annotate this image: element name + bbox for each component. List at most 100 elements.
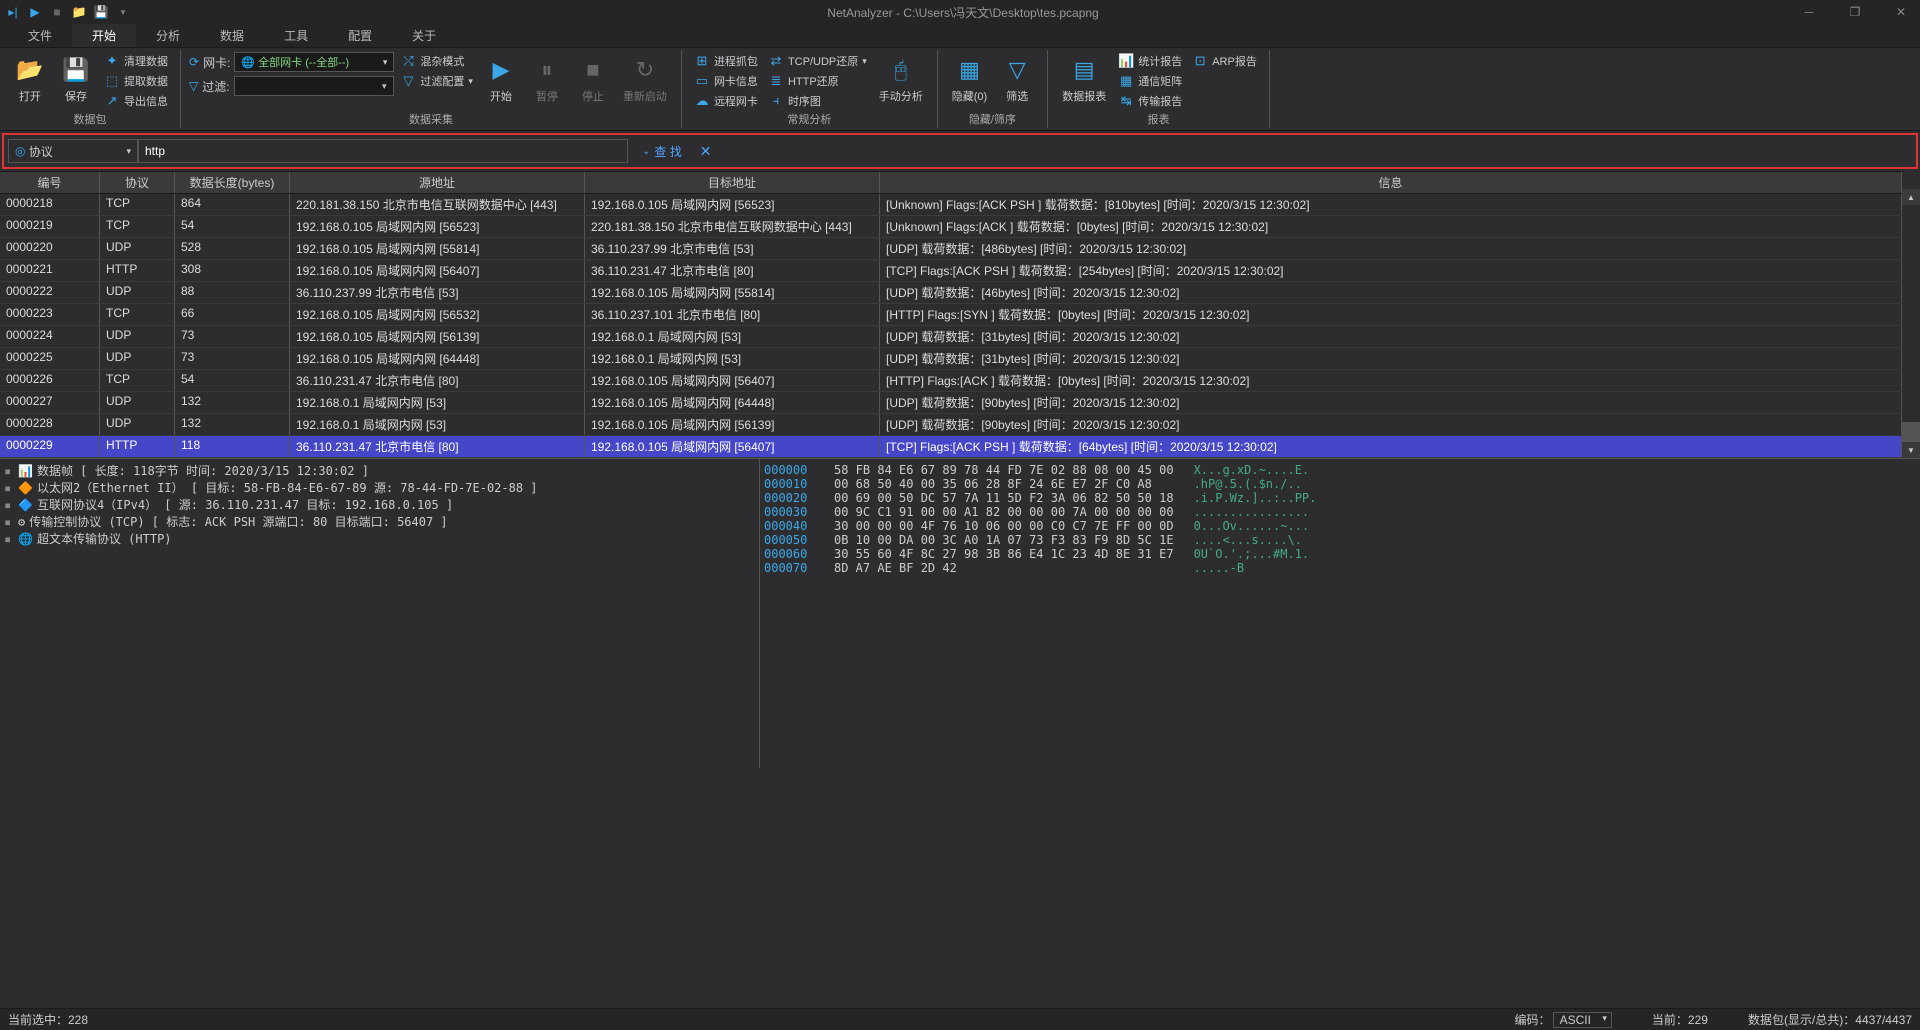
stop-button[interactable]: ■停止	[571, 52, 615, 106]
globe-icon: 🌐	[241, 56, 255, 69]
hide-button[interactable]: ▦隐藏(0)	[946, 52, 993, 106]
stat-report-button[interactable]: 📊统计报告	[1114, 52, 1186, 70]
pause-button[interactable]: ⏸暂停	[525, 52, 569, 106]
tab-analyze[interactable]: 分析	[136, 24, 200, 47]
trans-report-button[interactable]: ↹传输报告	[1114, 92, 1186, 110]
qat-skip-icon[interactable]: ▸|	[4, 3, 22, 21]
filter-config-button[interactable]: ▽过滤配置▾	[396, 72, 477, 90]
qat-folder-icon[interactable]: 📁	[70, 3, 88, 21]
expand-icon[interactable]: ▪	[4, 463, 14, 480]
table-row[interactable]: 0000222UDP8836.110.237.99 北京市电信 [53]192.…	[0, 282, 1902, 304]
status-encoding-combo[interactable]: ASCII▾	[1553, 1012, 1612, 1028]
data-report-button[interactable]: ▤数据报表	[1056, 52, 1112, 106]
tree-item[interactable]: ▪🔶以太网2（Ethernet II） [ 目标: 58-FB-84-E6-67…	[4, 480, 755, 497]
time-chart-button[interactable]: ⫞时序图	[764, 92, 871, 110]
open-button[interactable]: 📂打开	[8, 52, 52, 106]
group-label: 隐藏/筛序	[969, 110, 1016, 128]
search-input[interactable]	[138, 139, 628, 163]
export-button[interactable]: ↗导出信息	[100, 92, 172, 110]
table-row[interactable]: 0000225UDP73192.168.0.105 局域网内网 [64448]1…	[0, 348, 1902, 370]
minimize-button[interactable]: ─	[1794, 5, 1824, 19]
tree-item[interactable]: ▪📊数据帧 [ 长度: 118字节 时间: 2020/3/15 12:30:02…	[4, 463, 755, 480]
hex-view[interactable]: 0000000000100000200000300000400000500000…	[760, 459, 1920, 768]
col-len[interactable]: 数据长度(bytes)	[175, 172, 290, 193]
tab-file[interactable]: 文件	[8, 24, 72, 47]
status-selected: 当前选中：228	[8, 1011, 88, 1028]
clear-button[interactable]: ✦清理数据	[100, 52, 172, 70]
qat-save-icon[interactable]: 💾	[92, 3, 110, 21]
nic-select[interactable]: 🌐 全部网卡 (--全部--)▾	[234, 52, 394, 72]
statusbar: 当前选中：228 编码： ASCII▾ 当前：229 数据包(显示/总共)：44…	[0, 1008, 1920, 1030]
table-row[interactable]: 0000226TCP5436.110.231.47 北京市电信 [80]192.…	[0, 370, 1902, 392]
extract-button[interactable]: ⬚提取数据	[100, 72, 172, 90]
tab-config[interactable]: 配置	[328, 24, 392, 47]
col-src[interactable]: 源地址	[290, 172, 585, 193]
tab-tools[interactable]: 工具	[264, 24, 328, 47]
find-button[interactable]: ⌄查 找	[632, 143, 692, 160]
scroll-thumb[interactable]	[1902, 422, 1920, 442]
hide-icon: ▦	[953, 54, 985, 86]
tcp-restore-button[interactable]: ⇄TCP/UDP还原▾	[764, 52, 871, 70]
filter-select[interactable]: ▾	[234, 76, 394, 96]
maximize-button[interactable]: ❐	[1840, 5, 1870, 19]
tab-about[interactable]: 关于	[392, 24, 456, 47]
tab-data[interactable]: 数据	[200, 24, 264, 47]
proc-capture-button[interactable]: ⊞进程抓包	[690, 52, 762, 70]
table-row[interactable]: 0000221HTTP308192.168.0.105 局域网内网 [56407…	[0, 260, 1902, 282]
table-row[interactable]: 0000229HTTP11836.110.231.47 北京市电信 [80]19…	[0, 436, 1902, 458]
report-icon: ▤	[1068, 54, 1100, 86]
expand-icon[interactable]: ▪	[4, 497, 14, 514]
ribbon: 📂打开 💾保存 ✦清理数据 ⬚提取数据 ↗导出信息 数据包 ⟳ 网卡: 🌐 全部…	[0, 48, 1920, 131]
qat-stop-icon[interactable]: ■	[48, 3, 66, 21]
restart-button[interactable]: ↻重新启动	[617, 52, 673, 106]
tab-start[interactable]: 开始	[72, 24, 136, 47]
col-proto[interactable]: 协议	[100, 172, 175, 193]
stat-icon: 📊	[1118, 53, 1134, 69]
table-row[interactable]: 0000228UDP132192.168.0.1 局域网内网 [53]192.1…	[0, 414, 1902, 436]
tree-icon: 🔶	[18, 480, 33, 497]
comm-matrix-button[interactable]: ▦通信矩阵	[1114, 72, 1186, 90]
save-button[interactable]: 💾保存	[54, 52, 98, 106]
clear-search-button[interactable]: ✕	[700, 143, 712, 160]
table-row[interactable]: 0000227UDP132192.168.0.1 局域网内网 [53]192.1…	[0, 392, 1902, 414]
qat-play-icon[interactable]: ▶	[26, 3, 44, 21]
tree-icon: 🌐	[18, 531, 33, 548]
table-row[interactable]: 0000218TCP864220.181.38.150 北京市电信互联网数据中心…	[0, 194, 1902, 216]
col-no[interactable]: 编号	[0, 172, 100, 193]
protocol-tree[interactable]: ▪📊数据帧 [ 长度: 118字节 时间: 2020/3/15 12:30:02…	[0, 459, 760, 768]
table-row[interactable]: 0000224UDP73192.168.0.105 局域网内网 [56139]1…	[0, 326, 1902, 348]
expand-icon[interactable]: ▪	[4, 480, 14, 497]
expand-icon[interactable]: ▪	[4, 514, 14, 531]
refresh-icon[interactable]: ⟳	[189, 55, 199, 69]
process-icon: ⊞	[694, 53, 710, 69]
window-title: NetAnalyzer - C:\Users\冯天文\Desktop\tes.p…	[132, 4, 1794, 21]
tree-item[interactable]: ▪🌐超文本传输协议 (HTTP)	[4, 531, 755, 548]
remote-nic-button[interactable]: ☁远程网卡	[690, 92, 762, 110]
manual-analyze-button[interactable]: 🖰手动分析	[873, 52, 929, 106]
grid-scrollbar[interactable]: ▲ ▼	[1902, 171, 1920, 458]
scroll-down-icon[interactable]: ▼	[1902, 442, 1920, 458]
mix-mode-button[interactable]: ⤭混杂模式	[396, 52, 477, 70]
search-type-combo[interactable]: ◎ 协议 ▾	[8, 139, 138, 163]
col-dst[interactable]: 目标地址	[585, 172, 880, 193]
filter-icon[interactable]: ▽	[189, 79, 198, 93]
group-label: 常规分析	[787, 110, 831, 128]
menubar: 文件 开始 分析 数据 工具 配置 关于	[0, 24, 1920, 48]
col-info[interactable]: 信息	[880, 172, 1902, 193]
close-button[interactable]: ✕	[1886, 5, 1916, 19]
qat-dropdown-icon[interactable]: ▾	[114, 3, 132, 21]
http-restore-button[interactable]: ≣HTTP还原	[764, 72, 871, 90]
tree-item[interactable]: ▪🔷互联网协议4（IPv4） [ 源: 36.110.231.47 目标: 19…	[4, 497, 755, 514]
nic-info-button[interactable]: ▭网卡信息	[690, 72, 762, 90]
start-capture-button[interactable]: ▶开始	[479, 52, 523, 106]
tree-item[interactable]: ▪⚙传输控制协议 (TCP) [ 标志: ACK PSH 源端口: 80 目标端…	[4, 514, 755, 531]
expand-icon[interactable]: ▪	[4, 531, 14, 548]
table-row[interactable]: 0000220UDP528192.168.0.105 局域网内网 [55814]…	[0, 238, 1902, 260]
table-row[interactable]: 0000223TCP66192.168.0.105 局域网内网 [56532]3…	[0, 304, 1902, 326]
play-icon: ▶	[485, 54, 517, 86]
table-row[interactable]: 0000219TCP54192.168.0.105 局域网内网 [56523]2…	[0, 216, 1902, 238]
sieve-button[interactable]: ▽筛选	[995, 52, 1039, 106]
scroll-up-icon[interactable]: ▲	[1902, 189, 1920, 205]
tree-icon: 📊	[18, 463, 33, 480]
arp-report-button[interactable]: ⊡ARP报告	[1188, 52, 1261, 70]
